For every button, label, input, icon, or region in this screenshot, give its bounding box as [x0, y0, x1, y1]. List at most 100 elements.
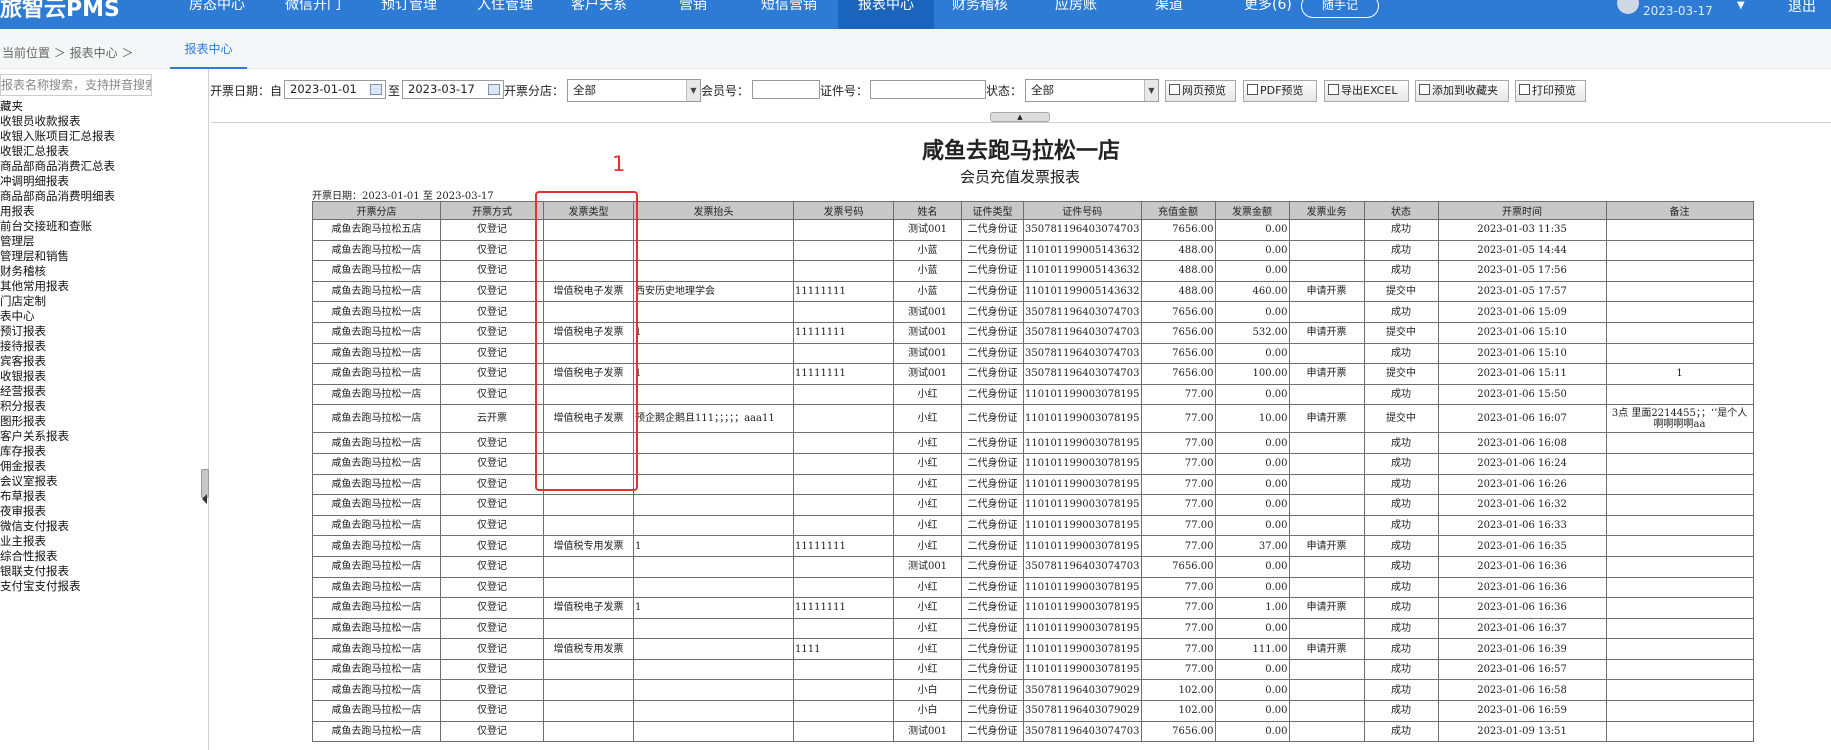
sidebar-item[interactable]: 收银报表 — [0, 369, 46, 384]
table-cell: 成功 — [1363, 301, 1439, 323]
sidebar-item[interactable]: 积分报表 — [0, 399, 46, 414]
member-input[interactable] — [752, 80, 820, 99]
table-cell — [543, 452, 634, 475]
sidebar-item[interactable]: 布草报表 — [0, 489, 46, 504]
table-cell: 小红 — [893, 638, 962, 660]
nav-item-wechat-door[interactable]: 微信开门 — [285, 0, 341, 29]
table-cell: 77.00 — [1140, 514, 1216, 537]
calendar-icon[interactable] — [370, 84, 382, 95]
add-favorite-button[interactable]: 添加到收藏夹 — [1415, 80, 1509, 102]
sidebar-item[interactable]: 预订报表 — [0, 324, 46, 339]
sidebar-item[interactable]: 接待报表 — [0, 339, 46, 354]
sidebar-item[interactable]: 银联支付报表 — [0, 564, 69, 579]
status-select[interactable]: 全部 — [1025, 79, 1159, 102]
table-cell: 二代身份证 — [961, 301, 1024, 323]
sidebar-item[interactable]: 其他常用报表 — [0, 279, 69, 294]
nav-item-room-status[interactable]: 房态中心 — [189, 0, 245, 29]
table-cell: 成功 — [1363, 452, 1439, 475]
table-cell: 小红 — [893, 404, 962, 434]
sidebar-item[interactable]: 宾客报表 — [0, 354, 46, 369]
sidebar-item[interactable]: 管理层和销售 — [0, 249, 69, 264]
sidebar-item[interactable]: 表中心 — [0, 309, 35, 324]
cert-input[interactable] — [870, 80, 986, 99]
table-row: 咸鱼去跑马拉松一店 仅登记 小蓝 二代身份证 110101199005143632 488… — [312, 260, 1754, 282]
sidebar-item[interactable]: 支付宝支付报表 — [0, 579, 81, 594]
table-cell — [1605, 239, 1754, 262]
table-cell — [1288, 555, 1365, 578]
sidebar-item[interactable]: 库存报表 — [0, 444, 46, 459]
table-cell: 仅登记 — [440, 473, 544, 496]
nav-item-channel[interactable]: 渠道 — [1155, 0, 1183, 29]
tab-report-center[interactable]: 报表中心 — [170, 34, 247, 69]
calendar-icon[interactable] — [488, 84, 500, 95]
filter-collapse-handle[interactable]: ▲ — [990, 112, 1050, 122]
nav-item-crm[interactable]: 客户关系 — [571, 0, 627, 29]
table-cell: 二代身份证 — [961, 383, 1024, 406]
sidebar-item[interactable]: 经营报表 — [0, 384, 46, 399]
print-preview-button[interactable]: 打印预览 — [1515, 80, 1586, 102]
sidebar-item[interactable]: 商品部商品消费明细表 — [0, 189, 115, 204]
sidebar-item[interactable]: 商品部商品消费汇总表 — [0, 159, 115, 174]
table-cell — [1605, 321, 1754, 344]
collapse-arrow-icon[interactable] — [202, 494, 207, 504]
pdf-preview-button[interactable]: PDF预览 — [1243, 80, 1317, 102]
sidebar-item[interactable]: 收银入账项目汇总报表 — [0, 129, 115, 144]
sidebar-item[interactable]: 收银员收款报表 — [0, 114, 81, 129]
nav-item-marketing[interactable]: 营销 — [679, 0, 707, 29]
sidebar-item[interactable]: 冲调明细报表 — [0, 174, 69, 189]
table-cell: 小红 — [893, 473, 962, 496]
nav-item-checkin[interactable]: 入住管理 — [477, 0, 533, 29]
user-avatar[interactable] — [1617, 0, 1639, 14]
sidebar-item[interactable]: 管理层 — [0, 234, 35, 249]
nav-item-reservation[interactable]: 预订管理 — [381, 0, 437, 29]
table-cell: 增值税专用发票 — [543, 638, 634, 660]
chevron-down-icon[interactable]: ▼ — [1737, 0, 1745, 11]
sidebar-item[interactable]: 会议室报表 — [0, 474, 58, 489]
table-cell: 小红 — [893, 452, 962, 475]
chevron-down-icon[interactable]: ▼ — [686, 80, 700, 101]
table-cell — [543, 617, 634, 640]
nav-item-finance-audit[interactable]: 财务稽核 — [952, 0, 1008, 29]
sidebar-item[interactable]: 门店定制 — [0, 294, 46, 309]
report-search-input[interactable]: 报表名称搜索，支持拼音搜索 — [0, 74, 152, 96]
date-to-label: 至 — [388, 84, 401, 98]
table-cell: 77.00 — [1140, 638, 1216, 660]
table-cell: 532.00 — [1214, 321, 1290, 344]
nav-item-more[interactable]: 更多(6) — [1244, 0, 1292, 29]
table-cell: 77.00 — [1140, 383, 1216, 406]
table-cell: 小红 — [893, 494, 962, 516]
memo-button[interactable]: 随手记 — [1301, 0, 1379, 18]
nav-item-sms-marketing[interactable]: 短信营销 — [761, 0, 817, 29]
table-cell: 0.00 — [1214, 432, 1290, 454]
store-select[interactable]: 全部 — [567, 79, 701, 102]
sidebar-item[interactable]: 收银汇总报表 — [0, 144, 69, 159]
table-cell: 350781196403074703 — [1023, 342, 1142, 365]
sidebar-item[interactable]: 佣金报表 — [0, 459, 46, 474]
sidebar-item[interactable]: 微信支付报表 — [0, 519, 69, 534]
table-cell: 咸鱼去跑马拉松一店 — [312, 260, 441, 282]
nav-item-room-account[interactable]: 应房账 — [1055, 0, 1097, 29]
sidebar-item[interactable]: 业主报表 — [0, 534, 46, 549]
sidebar-item[interactable]: 图形报表 — [0, 414, 46, 429]
table-cell: 10.00 — [1214, 404, 1290, 434]
table-cell: 0.00 — [1214, 700, 1290, 722]
table-cell — [793, 219, 894, 241]
web-preview-button[interactable]: 网页预览 — [1165, 80, 1236, 102]
sidebar-item[interactable]: 财务稽核 — [0, 264, 46, 279]
logout-link[interactable]: 退出 — [1788, 0, 1816, 16]
table-cell: 咸鱼去跑马拉松一店 — [312, 720, 441, 743]
table-cell: 110101199003078195 — [1023, 535, 1142, 557]
sidebar-item[interactable]: 藏夹 — [0, 99, 23, 114]
sidebar-item[interactable]: 用报表 — [0, 204, 35, 219]
table-cell — [793, 260, 894, 282]
sidebar-item[interactable]: 夜审报表 — [0, 504, 46, 519]
sidebar-item[interactable]: 综合性报表 — [0, 549, 58, 564]
nav-item-report-center[interactable]: 报表中心 — [838, 0, 934, 29]
table-cell: 102.00 — [1140, 679, 1216, 702]
sidebar-item[interactable]: 前台交接班和查账 — [0, 219, 92, 234]
table-cell: 110101199003078195 — [1023, 404, 1142, 434]
column-header: 开票方式 — [440, 201, 544, 220]
sidebar-item[interactable]: 客户关系报表 — [0, 429, 69, 444]
export-excel-button[interactable]: 导出EXCEL — [1324, 80, 1409, 102]
chevron-down-icon[interactable]: ▼ — [1144, 80, 1158, 101]
